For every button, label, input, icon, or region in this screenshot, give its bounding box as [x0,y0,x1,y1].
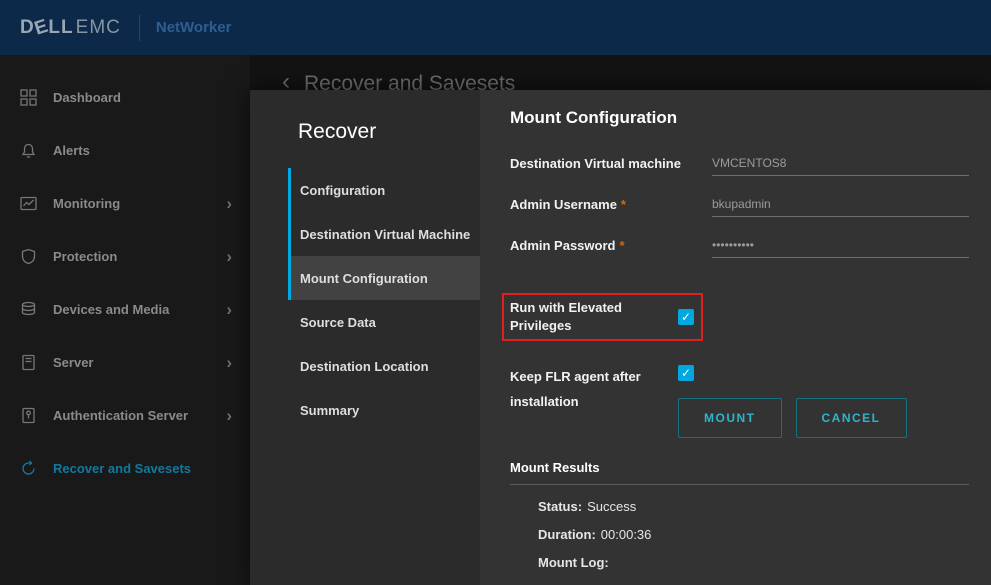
panel-title: Mount Configuration [510,108,969,128]
wizard-steps-panel: Recover Configuration Destination Virtua… [250,90,480,585]
server-icon [18,354,38,372]
elevated-privileges-annotation-box: Run with Elevated Privileges ✓ [502,293,703,341]
checkbox-check-icon: ✓ [681,310,691,324]
brand-dell: DELL [20,17,74,39]
shield-icon [18,248,38,266]
keep-flr-agent-row: Keep FLR agent after installation ✓ MOUN… [510,365,969,438]
topbar-divider [139,15,140,41]
sidebar-item-label: Devices and Media [53,302,169,317]
field-label: Destination Virtual machine [510,156,712,176]
networker-app: DELLEMC NetWorker Dashboard Alerts Monit… [0,0,991,585]
brand-emc: EMC [76,17,121,39]
field-label: Admin Username* [510,197,712,217]
keep-flr-agent-checkbox[interactable]: ✓ [678,365,694,381]
back-arrow-icon[interactable]: ‹ [282,72,290,92]
sidebar-item-recover-and-savesets[interactable]: Recover and Savesets [0,442,250,495]
sidebar-item-label: Dashboard [53,90,121,105]
result-mount-log-row: Mount Log: [538,555,969,570]
sidebar-item-label: Authentication Server [53,408,188,423]
field-admin-password: Admin Password* •••••••••• [510,238,969,258]
required-marker: * [621,197,626,212]
chevron-right-icon: › [226,301,232,318]
sidebar-item-label: Protection [53,249,117,264]
step-destination-location[interactable]: Destination Location [288,344,480,388]
elevated-privileges-checkbox[interactable]: ✓ [678,309,694,325]
sidebar-item-authentication-server[interactable]: Authentication Server › [0,389,250,442]
sidebar-item-alerts[interactable]: Alerts [0,124,250,177]
destination-virtual-machine-input[interactable]: VMCENTOS8 [712,156,969,176]
product-name: NetWorker [156,19,232,36]
step-destination-virtual-machine[interactable]: Destination Virtual Machine [288,212,480,256]
storage-icon [18,301,38,319]
results-divider [510,484,969,485]
sidebar-item-label: Monitoring [53,196,120,211]
dashboard-icon [18,89,38,107]
mount-button[interactable]: MOUNT [678,398,782,438]
topbar: DELLEMC NetWorker [0,0,991,55]
chevron-right-icon: › [226,354,232,371]
keep-flr-agent-label: Keep FLR agent after installation [510,365,678,438]
field-destination-virtual-machine: Destination Virtual machine VMCENTOS8 [510,156,969,176]
button-row: MOUNT CANCEL [678,398,907,438]
sidebar-item-monitoring[interactable]: Monitoring › [0,177,250,230]
step-summary[interactable]: Summary [288,388,480,432]
recover-icon [18,460,38,478]
bell-icon [18,142,38,160]
sidebar-item-dashboard[interactable]: Dashboard [0,71,250,124]
sidebar-item-label: Alerts [53,143,90,158]
required-marker: * [619,238,624,253]
cancel-button[interactable]: CANCEL [796,398,907,438]
elevated-privileges-label: Run with Elevated Privileges [510,299,678,335]
mount-results-title: Mount Results [510,460,969,475]
chevron-right-icon: › [226,195,232,212]
chevron-right-icon: › [226,248,232,265]
wizard-title: Recover [250,106,480,168]
result-status-row: Status:Success [538,499,969,514]
step-source-data[interactable]: Source Data [288,300,480,344]
result-duration-row: Duration:00:00:36 [538,527,969,542]
checkbox-check-icon: ✓ [681,366,691,380]
sidebar-item-server[interactable]: Server › [0,336,250,389]
sidebar-item-label: Server [53,355,93,370]
sidebar-item-devices-and-media[interactable]: Devices and Media › [0,283,250,336]
admin-username-input[interactable]: bkupadmin [712,197,969,217]
step-configuration[interactable]: Configuration [288,168,480,212]
auth-server-icon [18,407,38,425]
dell-emc-logo: DELLEMC [20,17,121,39]
recover-wizard-modal: Recover Configuration Destination Virtua… [250,90,991,585]
sidebar-item-label: Recover and Savesets [53,461,191,476]
field-label: Admin Password* [510,238,712,258]
sidebar: Dashboard Alerts Monitoring › Protection… [0,55,250,585]
field-admin-username: Admin Username* bkupadmin [510,197,969,217]
admin-password-input[interactable]: •••••••••• [712,238,969,258]
mount-configuration-panel: Mount Configuration Destination Virtual … [480,90,991,585]
mount-results: Status:Success Duration:00:00:36 Mount L… [510,499,969,570]
step-mount-configuration[interactable]: Mount Configuration [288,256,480,300]
sidebar-item-protection[interactable]: Protection › [0,230,250,283]
chevron-right-icon: › [226,407,232,424]
monitoring-chart-icon [18,195,38,213]
